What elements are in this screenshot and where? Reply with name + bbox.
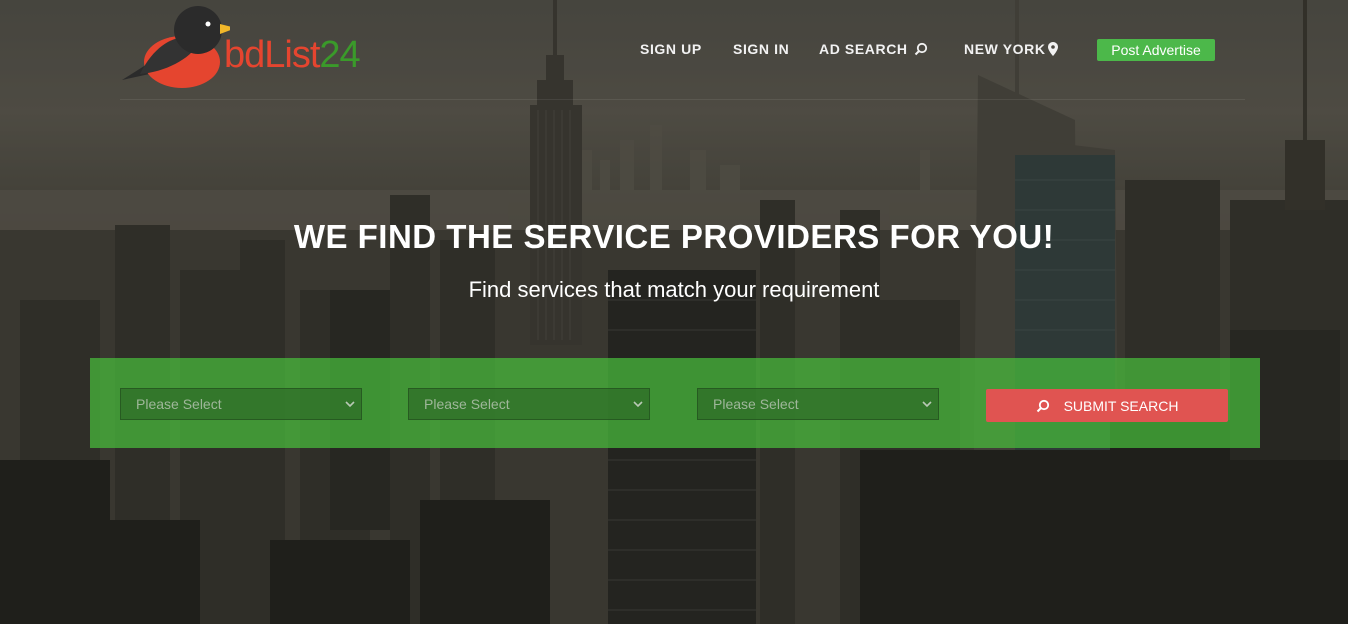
category-select-value: Please Select <box>136 396 222 412</box>
nav-sign-up-label: SIGN UP <box>640 41 702 57</box>
nav-ad-search-link[interactable]: AD SEARCH <box>819 41 928 57</box>
nav-ad-search-label: AD SEARCH <box>819 41 908 57</box>
nav-location-link[interactable]: NEW YORK <box>964 41 1058 57</box>
location-select-value: Please Select <box>713 396 799 412</box>
nav-sign-up-link[interactable]: SIGN UP <box>640 41 702 57</box>
submit-search-button[interactable]: SUBMIT SEARCH <box>986 389 1228 422</box>
brand-name-part2: 24 <box>319 34 360 76</box>
hero-section: bdList24 SIGN UP SIGN IN AD SEARCH NEW Y… <box>0 0 1348 624</box>
brand-name-part1: bdList <box>224 34 320 76</box>
post-advertise-button[interactable]: Post Advertise <box>1097 39 1215 61</box>
chevron-down-icon <box>922 401 932 408</box>
hero-subtitle: Find services that match your requiremen… <box>468 277 880 302</box>
category-select[interactable]: Please Select <box>120 388 362 420</box>
hero-title: WE FIND THE SERVICE PROVIDERS FOR YOU! <box>293 218 1055 255</box>
nav-location-label: NEW YORK <box>964 41 1046 57</box>
site-header: bdList24 SIGN UP SIGN IN AD SEARCH NEW Y… <box>0 0 1348 100</box>
chevron-down-icon <box>633 401 643 408</box>
chevron-down-icon <box>345 401 355 408</box>
submit-search-label: SUBMIT SEARCH <box>1063 397 1179 414</box>
map-pin-icon <box>1047 42 1058 56</box>
search-icon <box>914 42 927 56</box>
subcategory-select[interactable]: Please Select <box>408 388 650 420</box>
brand-logo[interactable]: bdList24 <box>120 4 380 90</box>
header-divider <box>120 99 1245 100</box>
subcategory-select-value: Please Select <box>424 396 510 412</box>
search-icon <box>1036 399 1049 412</box>
brand-wordmark: bdList24 <box>224 34 361 76</box>
nav-sign-in-label: SIGN IN <box>733 41 790 57</box>
nav-sign-in-link[interactable]: SIGN IN <box>733 41 789 57</box>
bird-logo-icon <box>122 6 230 88</box>
location-select[interactable]: Please Select <box>697 388 939 420</box>
search-panel: Please Select Please Select Please Selec… <box>90 358 1260 448</box>
